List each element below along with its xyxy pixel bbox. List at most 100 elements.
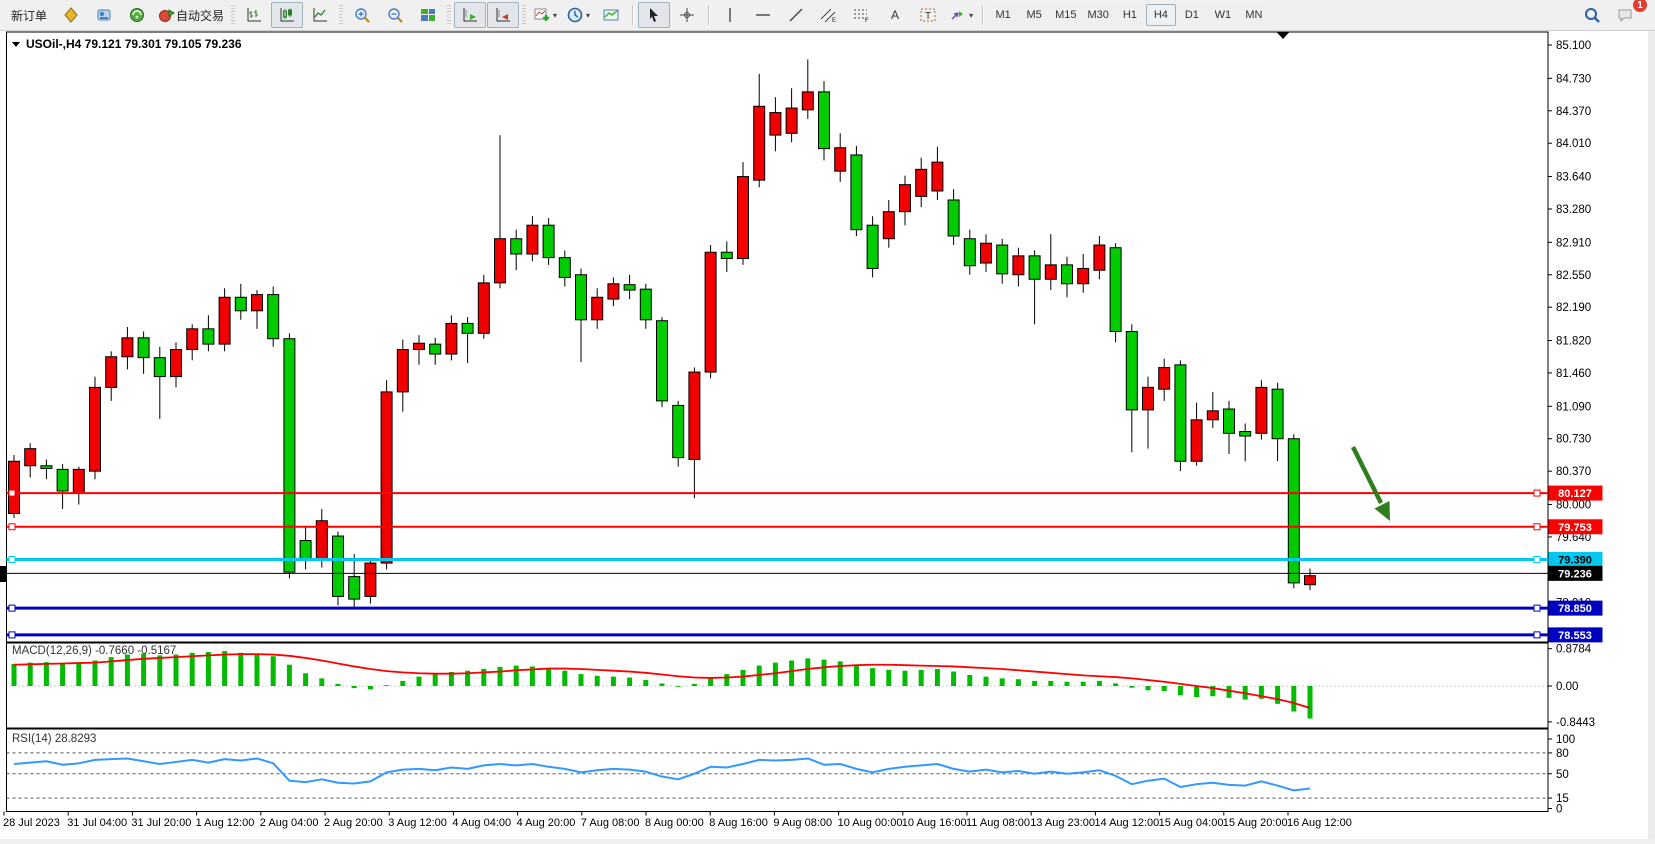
timeframe-button-d1[interactable]: D1	[1177, 4, 1207, 26]
candle-body	[883, 212, 894, 239]
line-handle[interactable]	[1534, 490, 1540, 496]
candle-body	[1191, 420, 1202, 461]
candle-body	[1159, 368, 1170, 390]
time-axis-label: 10 Aug 16:00	[902, 817, 967, 829]
macd-label: MACD(12,26,9) -0.7660 -0.5167	[12, 645, 176, 657]
indicators-button[interactable]: ▾	[529, 2, 561, 28]
fibonacci-button[interactable]: F	[846, 2, 878, 28]
time-axis-label: 2 Aug 20:00	[324, 817, 383, 829]
chart-shift-button[interactable]	[487, 2, 519, 28]
timeframe-button-w1[interactable]: W1	[1208, 4, 1238, 26]
candle-body	[608, 284, 619, 299]
candle-body	[349, 577, 360, 600]
tile-windows-button[interactable]	[412, 2, 444, 28]
line-handle[interactable]	[1534, 605, 1540, 611]
candle-body	[397, 350, 408, 392]
timeframe-button-m1[interactable]: M1	[988, 4, 1018, 26]
market-watch-icon[interactable]	[88, 2, 120, 28]
candle-body	[900, 185, 911, 212]
time-axis-label: 31 Jul 04:00	[67, 817, 127, 829]
candle-body	[57, 469, 68, 491]
cursor-button[interactable]	[638, 2, 670, 28]
price-line-label: 79.236	[1558, 568, 1592, 580]
symbols-icon[interactable]	[55, 2, 87, 28]
timeframe-button-m30[interactable]: M30	[1082, 4, 1113, 26]
macd-tick-label: -0.8443	[1556, 717, 1595, 729]
timeframe-button-m5[interactable]: M5	[1019, 4, 1049, 26]
line-handle[interactable]	[9, 605, 15, 611]
auto-scroll-button[interactable]	[454, 2, 486, 28]
line-handle[interactable]	[1534, 524, 1540, 530]
candle-body	[1045, 265, 1056, 279]
candle-body	[640, 289, 651, 320]
candle-body	[1240, 432, 1251, 437]
candle-body	[738, 177, 749, 259]
timeframe-button-mn[interactable]: MN	[1239, 4, 1269, 26]
periods-button[interactable]: ▾	[562, 2, 594, 28]
trendline-button[interactable]	[780, 2, 812, 28]
rsi-tick-label: 0	[1556, 804, 1562, 816]
chart-area[interactable]: 85.10084.73084.37084.01083.64083.28082.9…	[0, 31, 1655, 839]
line-handle[interactable]	[9, 556, 15, 562]
arrows-button[interactable]: ▾	[945, 2, 977, 28]
chart-properties-button[interactable]	[595, 2, 627, 28]
zoom-out-button[interactable]	[379, 2, 411, 28]
price-tick-label: 81.090	[1556, 401, 1591, 413]
timeframe-button-h4[interactable]: H4	[1146, 4, 1176, 26]
text-button[interactable]: A	[879, 2, 911, 28]
toolbar: 新订单 自动交易	[0, 0, 1655, 31]
candle-body	[1013, 256, 1024, 275]
candle-body	[1062, 265, 1073, 284]
text-label-button[interactable]: T	[912, 2, 944, 28]
candle-body	[138, 338, 149, 358]
candle-body	[203, 329, 214, 344]
candle-body	[1256, 387, 1267, 433]
time-axis-label: 11 Aug 08:00	[966, 817, 1030, 829]
price-line-label: 79.390	[1558, 554, 1592, 566]
candle-body	[252, 295, 263, 311]
time-axis-label: 3 Aug 12:00	[388, 817, 447, 829]
line-handle[interactable]	[9, 524, 15, 530]
candle-body	[511, 239, 522, 254]
candle-body	[446, 323, 457, 354]
line-handle[interactable]	[1534, 556, 1540, 562]
candle-body	[478, 283, 489, 333]
vertical-line-button[interactable]	[714, 2, 746, 28]
candle-body	[835, 148, 846, 171]
new-order-button[interactable]: 新订单	[4, 3, 54, 27]
horizontal-line-button[interactable]	[747, 2, 779, 28]
time-axis-label: 7 Aug 08:00	[581, 817, 640, 829]
notification-badge: 1	[1633, 0, 1647, 12]
auto-trading-button[interactable]: 自动交易	[154, 3, 228, 27]
crosshair-button[interactable]	[671, 2, 703, 28]
candle-body	[381, 392, 392, 563]
candle-body	[1143, 387, 1154, 410]
candlestick-chart-button[interactable]	[271, 2, 303, 28]
line-handle[interactable]	[9, 490, 15, 496]
candle-body	[1094, 245, 1105, 270]
timeframe-button-m15[interactable]: M15	[1050, 4, 1081, 26]
timeframe-button-h1[interactable]: H1	[1115, 4, 1145, 26]
candle-body	[41, 466, 52, 469]
candle-body	[1029, 256, 1040, 279]
line-handle[interactable]	[9, 632, 15, 638]
line-chart-button[interactable]	[304, 2, 336, 28]
time-axis-label: 4 Aug 04:00	[452, 817, 511, 829]
candle-body	[1224, 409, 1235, 433]
candle-body	[122, 338, 133, 357]
candle-body	[25, 449, 36, 466]
candlestick-chart[interactable]: 85.10084.73084.37084.01083.64083.28082.9…	[0, 31, 1655, 839]
bar-chart-button[interactable]	[238, 2, 270, 28]
notifications-button[interactable]: 1	[1609, 2, 1641, 28]
price-tick-label: 83.280	[1556, 204, 1591, 216]
candle-body	[624, 285, 635, 290]
candle-body	[365, 563, 376, 596]
time-axis-label: 31 Jul 20:00	[131, 817, 191, 829]
equidistant-channel-button[interactable]: E	[813, 2, 845, 28]
search-icon[interactable]	[1576, 2, 1608, 28]
candle-body	[235, 297, 246, 311]
signals-icon[interactable]	[121, 2, 153, 28]
candle-body	[559, 258, 570, 278]
zoom-in-button[interactable]	[346, 2, 378, 28]
line-handle[interactable]	[1534, 632, 1540, 638]
